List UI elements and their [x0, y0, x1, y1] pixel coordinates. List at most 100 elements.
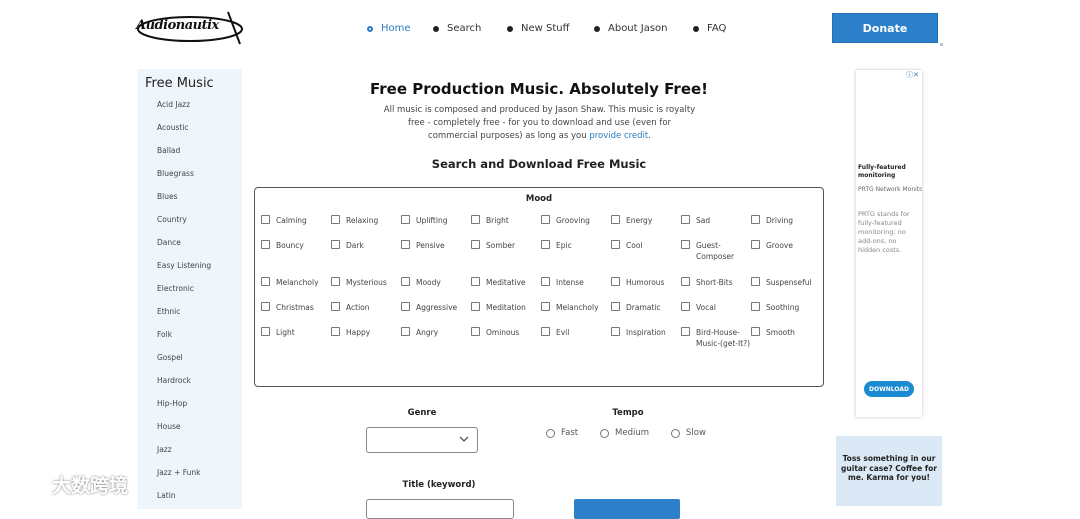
- mood-checkbox[interactable]: Groove: [751, 240, 826, 251]
- mood-checkbox[interactable]: Mysterious: [331, 277, 406, 288]
- mood-checkbox[interactable]: Grooving: [541, 215, 616, 226]
- mood-checkbox[interactable]: Melancholy: [261, 277, 336, 288]
- mood-checkbox[interactable]: Relaxing: [331, 215, 406, 226]
- mood-checkbox[interactable]: Sad: [681, 215, 756, 226]
- checkbox-icon: [471, 277, 480, 286]
- checkbox-icon: [681, 327, 690, 336]
- site-logo[interactable]: Audionautix: [136, 10, 244, 48]
- sidebar-item[interactable]: Ballad: [157, 146, 180, 155]
- bullet-icon: [433, 25, 439, 32]
- checkbox-icon: [611, 215, 620, 224]
- sidebar-item[interactable]: Acid Jazz: [157, 100, 190, 109]
- sidebar-item[interactable]: Latin: [157, 491, 176, 500]
- mood-checkbox[interactable]: Inspiration: [611, 327, 686, 338]
- sidebar-item[interactable]: Folk: [157, 330, 172, 339]
- mood-checkbox[interactable]: Bird-House-Music-(get-It?): [681, 327, 756, 349]
- sidebar-item[interactable]: Electronic: [157, 284, 194, 293]
- sidebar-item[interactable]: Dance: [157, 238, 181, 247]
- mood-checkbox[interactable]: Intense: [541, 277, 616, 288]
- mood-checkbox[interactable]: Happy: [331, 327, 406, 338]
- mood-label: Action: [346, 303, 370, 312]
- mood-checkbox[interactable]: Aggressive: [401, 302, 476, 313]
- mood-checkbox[interactable]: Calming: [261, 215, 336, 226]
- search-button[interactable]: [574, 499, 680, 519]
- genre-select[interactable]: [366, 427, 478, 453]
- sidebar-item[interactable]: Ethnic: [157, 307, 180, 316]
- nav-search[interactable]: Search: [433, 23, 481, 34]
- sidebar-item[interactable]: Easy Listening: [157, 261, 211, 270]
- mood-checkbox[interactable]: Dark: [331, 240, 406, 251]
- ad-body: PRTG stands for fully-featured monitorin…: [858, 210, 910, 254]
- sidebar-item[interactable]: Gospel: [157, 353, 183, 362]
- title-keyword-input[interactable]: [366, 499, 514, 519]
- checkbox-icon: [401, 240, 410, 249]
- mood-checkbox[interactable]: Guest-Composer: [681, 240, 756, 262]
- mood-checkbox[interactable]: Humorous: [611, 277, 686, 288]
- ad-choices-icon[interactable]: ⓘ✕: [906, 70, 919, 80]
- mood-label: Calming: [276, 216, 307, 225]
- mood-label: Grooving: [556, 216, 590, 225]
- sidebar-item[interactable]: Country: [157, 215, 187, 224]
- sidebar-item[interactable]: Jazz: [157, 445, 172, 454]
- sidebar-item[interactable]: Hip-Hop: [157, 399, 187, 408]
- mood-checkbox[interactable]: Vocal: [681, 302, 756, 313]
- mood-label: Pensive: [416, 241, 445, 250]
- mood-label: Dark: [346, 241, 364, 250]
- sidebar-item[interactable]: Blues: [157, 192, 178, 201]
- checkbox-icon: [471, 215, 480, 224]
- mood-label: Evil: [556, 328, 570, 337]
- bullet-icon: [367, 25, 373, 32]
- mood-checkbox[interactable]: Suspenseful: [751, 277, 826, 288]
- sidebar-item[interactable]: Hardrock: [157, 376, 191, 385]
- sidebar-item[interactable]: Acoustic: [157, 123, 189, 132]
- provide-credit-link[interactable]: provide credit: [589, 131, 648, 141]
- mood-checkbox[interactable]: Dramatic: [611, 302, 686, 313]
- mood-checkbox[interactable]: Light: [261, 327, 336, 338]
- nav-new-stuff[interactable]: New Stuff: [507, 23, 570, 34]
- tempo-slow-radio[interactable]: Slow: [671, 428, 706, 438]
- mood-label: Bright: [486, 216, 509, 225]
- sidebar-item[interactable]: Jazz + Funk: [157, 468, 201, 477]
- mood-checkbox[interactable]: Moody: [401, 277, 476, 288]
- tip-jar-banner[interactable]: Toss something in our guitar case? Coffe…: [836, 436, 942, 506]
- mood-checkbox[interactable]: Angry: [401, 327, 476, 338]
- mood-checkbox[interactable]: Ominous: [471, 327, 546, 338]
- mood-checkbox[interactable]: Evil: [541, 327, 616, 338]
- mood-checkbox[interactable]: Pensive: [401, 240, 476, 251]
- mood-checkbox[interactable]: Bouncy: [261, 240, 336, 251]
- ad-panel[interactable]: ⓘ✕ Fully-featured monitoring PRTG Networ…: [856, 70, 922, 417]
- nav-home[interactable]: Home: [367, 23, 411, 34]
- mood-label: Energy: [626, 216, 653, 225]
- tempo-medium-radio[interactable]: Medium: [600, 428, 649, 438]
- mood-checkbox[interactable]: Epic: [541, 240, 616, 251]
- mood-checkbox[interactable]: Meditative: [471, 277, 546, 288]
- mood-checkbox[interactable]: Energy: [611, 215, 686, 226]
- sidebar-item[interactable]: Bluegrass: [157, 169, 194, 178]
- mood-checkbox[interactable]: Bright: [471, 215, 546, 226]
- mood-checkbox[interactable]: Short-Bits: [681, 277, 756, 288]
- nav-faq[interactable]: FAQ: [693, 23, 726, 34]
- mood-checkbox[interactable]: Soothing: [751, 302, 826, 313]
- nav-label: About Jason: [608, 23, 668, 34]
- mood-checkbox[interactable]: Uplifting: [401, 215, 476, 226]
- genre-label: Genre: [407, 408, 437, 418]
- nav-label: New Stuff: [521, 23, 570, 34]
- mood-checkbox[interactable]: Cool: [611, 240, 686, 251]
- tempo-fast-radio[interactable]: Fast: [546, 428, 578, 438]
- sidebar-item[interactable]: House: [157, 422, 181, 431]
- nav-about-jason[interactable]: About Jason: [594, 23, 668, 34]
- bullet-icon: [507, 25, 513, 32]
- mood-checkbox[interactable]: Action: [331, 302, 406, 313]
- ad-headline[interactable]: Fully-featured monitoring: [858, 164, 920, 180]
- donate-button[interactable]: Donate: [832, 13, 938, 43]
- mood-checkbox[interactable]: Meditation: [471, 302, 546, 313]
- mood-checkbox[interactable]: Melancholy: [541, 302, 616, 313]
- checkbox-icon: [331, 215, 340, 224]
- checkbox-icon: [401, 327, 410, 336]
- mood-checkbox[interactable]: Christmas: [261, 302, 336, 313]
- mood-checkbox[interactable]: Somber: [471, 240, 546, 251]
- sidebar-title: Free Music: [145, 76, 214, 91]
- mood-checkbox[interactable]: Smooth: [751, 327, 826, 338]
- mood-checkbox[interactable]: Driving: [751, 215, 826, 226]
- ad-download-button[interactable]: DOWNLOAD: [864, 381, 914, 397]
